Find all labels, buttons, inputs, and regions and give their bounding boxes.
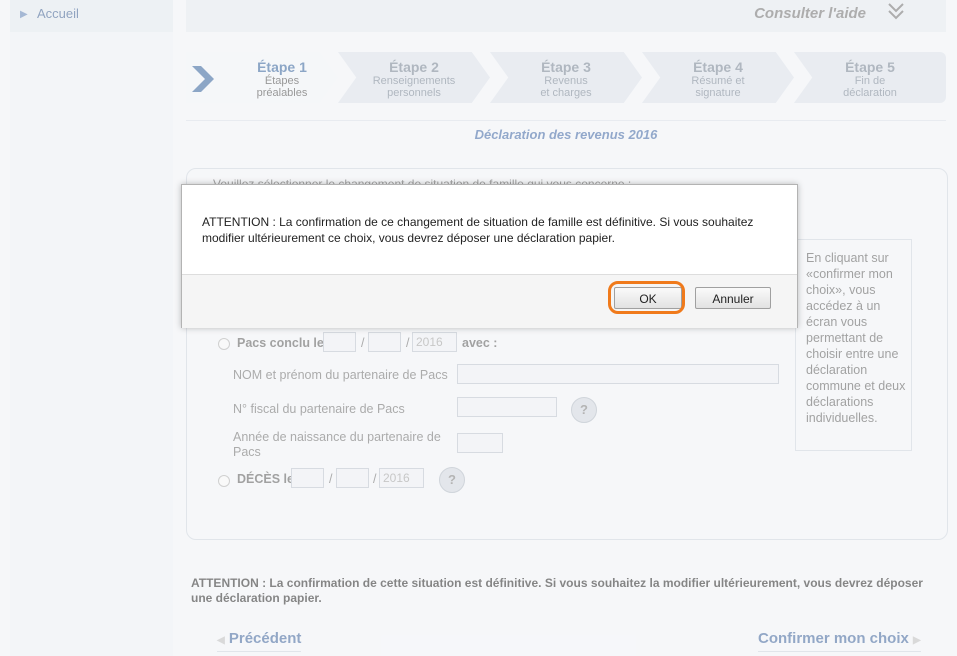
confirm-dialog: ATTENTION : La confirmation de ce change… (181, 184, 798, 328)
dialog-message: ATTENTION : La confirmation de ce change… (202, 215, 754, 245)
modal-overlay (0, 0, 957, 656)
ok-highlight-annotation (608, 281, 685, 314)
dialog-footer: OK Annuler (182, 274, 797, 328)
cancel-button[interactable]: Annuler (695, 287, 771, 309)
